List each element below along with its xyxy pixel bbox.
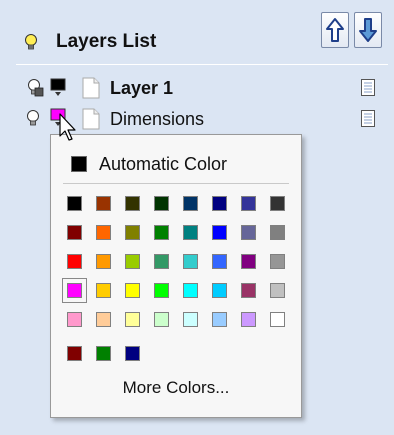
layer-row[interactable]: Layer 1 (0, 75, 394, 101)
arrow-down-icon (359, 18, 377, 42)
recent-color-swatch[interactable] (67, 346, 82, 361)
color-swatch[interactable] (96, 225, 111, 240)
color-swatch[interactable] (125, 254, 140, 269)
automatic-color-label: Automatic Color (99, 153, 228, 174)
color-swatch[interactable] (212, 196, 227, 211)
recent-color-swatch[interactable] (96, 346, 111, 361)
color-swatch[interactable] (183, 196, 198, 211)
color-swatch[interactable] (96, 196, 111, 211)
color-swatch[interactable] (212, 225, 227, 240)
lightbulb-icon (25, 34, 37, 50)
layer-name[interactable]: Dimensions (110, 106, 204, 132)
color-swatch[interactable] (62, 278, 87, 303)
color-swatch[interactable] (212, 283, 227, 298)
color-swatch[interactable] (154, 225, 169, 240)
color-swatch[interactable] (270, 225, 285, 240)
header-divider (16, 64, 388, 65)
color-swatch[interactable] (125, 196, 140, 211)
color-swatch[interactable] (96, 312, 111, 327)
color-swatch[interactable] (96, 254, 111, 269)
automatic-color-swatch (71, 156, 87, 172)
color-swatch[interactable] (154, 254, 169, 269)
color-swatch[interactable] (183, 225, 198, 240)
layer-properties-icon[interactable] (361, 79, 375, 96)
automatic-color-option[interactable]: Automatic Color (71, 149, 281, 179)
color-swatch[interactable] (270, 312, 285, 327)
move-layer-down-button[interactable] (354, 12, 382, 48)
color-picker-popup: Automatic Color More Colors... (50, 134, 302, 418)
palette-divider (63, 183, 289, 184)
layers-panel: Layers List Layer 1 Dimensions Automatic… (0, 0, 394, 435)
color-swatch[interactable] (154, 283, 169, 298)
color-swatch[interactable] (183, 283, 198, 298)
lightbulb-icon[interactable] (26, 110, 40, 129)
color-swatch[interactable] (67, 196, 82, 211)
more-colors-button[interactable]: More Colors... (91, 373, 261, 403)
color-swatch[interactable] (241, 196, 256, 211)
color-swatch[interactable] (125, 312, 140, 327)
layer-color-icon[interactable] (50, 78, 66, 98)
color-swatch[interactable] (154, 196, 169, 211)
mouse-cursor-icon (59, 113, 76, 141)
color-swatch[interactable] (125, 283, 140, 298)
color-swatch[interactable] (96, 283, 111, 298)
arrow-up-icon (326, 18, 344, 42)
color-swatch[interactable] (212, 312, 227, 327)
color-swatch[interactable] (270, 196, 285, 211)
color-swatch[interactable] (183, 254, 198, 269)
color-swatch[interactable] (241, 312, 256, 327)
color-swatch[interactable] (270, 283, 285, 298)
document-icon (82, 108, 100, 130)
color-swatch[interactable] (154, 312, 169, 327)
color-swatch[interactable] (183, 312, 198, 327)
color-swatch[interactable] (212, 254, 227, 269)
color-swatch[interactable] (67, 225, 82, 240)
color-swatch[interactable] (270, 254, 285, 269)
layer-name[interactable]: Layer 1 (110, 75, 173, 101)
color-swatch[interactable] (241, 283, 256, 298)
color-swatch[interactable] (241, 254, 256, 269)
color-swatch[interactable] (125, 225, 140, 240)
move-layer-up-button[interactable] (321, 12, 349, 48)
recent-color-swatch[interactable] (125, 346, 140, 361)
layer-properties-icon[interactable] (361, 110, 375, 127)
panel-title: Layers List (56, 31, 157, 52)
document-icon (82, 77, 100, 99)
lightbulb-lock-icon[interactable] (26, 79, 44, 98)
color-swatch[interactable] (241, 225, 256, 240)
color-swatch[interactable] (67, 312, 82, 327)
color-swatch[interactable] (67, 254, 82, 269)
